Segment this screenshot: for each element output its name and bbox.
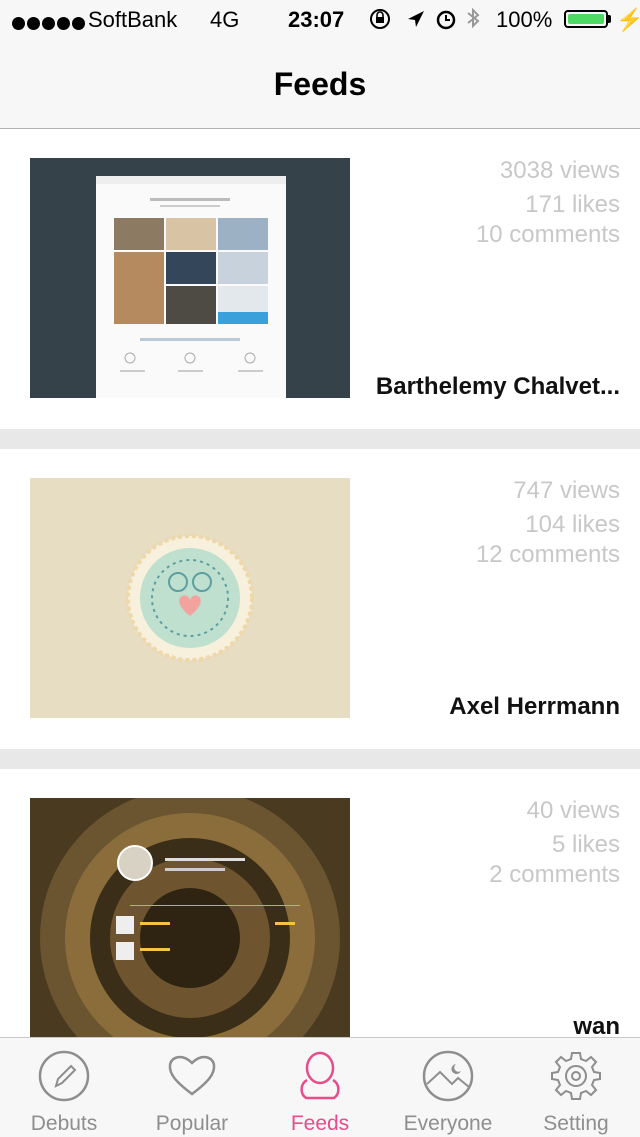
tab-label: Debuts xyxy=(30,1112,98,1135)
author-name[interactable]: Axel Herrmann xyxy=(370,693,620,721)
charging-icon: ⚡ xyxy=(616,7,640,32)
status-bar: SoftBank 4G 23:07 100% ⚡ xyxy=(0,0,640,40)
status-icons xyxy=(368,6,488,38)
battery-icon xyxy=(564,10,608,28)
author-name[interactable]: Barthelemy Chalvet... xyxy=(370,373,620,401)
network-type: 4G xyxy=(210,7,240,32)
shot-thumbnail[interactable] xyxy=(30,478,350,718)
landscape-icon xyxy=(422,1050,474,1102)
comments-count: 2 comments xyxy=(489,861,620,888)
likes-count: 104 likes xyxy=(525,511,620,538)
dome-app-image xyxy=(30,798,350,1037)
badge-illustration-image xyxy=(30,478,350,718)
person-icon xyxy=(300,1051,340,1100)
tab-setting[interactable]: Setting xyxy=(512,1038,640,1137)
website-mockup-image xyxy=(30,158,350,398)
tab-everyone[interactable]: Everyone xyxy=(384,1038,512,1137)
views-count: 747 views xyxy=(513,477,620,504)
tab-feeds[interactable]: Feeds xyxy=(256,1038,384,1137)
likes-count: 171 likes xyxy=(525,191,620,218)
signal-strength-icon xyxy=(12,10,87,36)
shot-thumbnail[interactable] xyxy=(30,158,350,398)
feed-card[interactable]: 747 views 104 likes 12 comments Axel Her… xyxy=(0,449,640,749)
views-count: 3038 views xyxy=(499,157,620,184)
feed-card[interactable]: 3038 views 171 likes 10 comments Barthel… xyxy=(0,129,640,429)
heart-icon xyxy=(168,1055,216,1096)
tab-label: Everyone xyxy=(403,1112,493,1135)
battery-tip xyxy=(608,15,611,23)
page-title: Feeds xyxy=(273,66,367,102)
navigation-bar: Feeds xyxy=(0,40,640,129)
feed-list[interactable]: 3038 views 171 likes 10 comments Barthel… xyxy=(0,129,640,1037)
rotation-lock-location-alarm-bluetooth-icons xyxy=(370,7,480,30)
feed-card[interactable]: 40 views 5 likes 2 comments wan xyxy=(0,769,640,1037)
tab-label: Feeds xyxy=(290,1112,350,1135)
comments-count: 12 comments xyxy=(475,541,620,568)
views-count: 40 views xyxy=(526,797,620,824)
author-name[interactable]: wan xyxy=(370,1013,620,1037)
tab-label: Setting xyxy=(543,1112,609,1135)
gear-icon xyxy=(551,1052,601,1100)
clock: 23:07 xyxy=(288,7,345,32)
shot-thumbnail[interactable] xyxy=(30,798,350,1037)
tab-label: Popular xyxy=(155,1112,229,1135)
carrier-label: SoftBank xyxy=(88,7,178,32)
tab-bar: Debuts Popular Feeds Everyone Setting xyxy=(0,1037,640,1137)
likes-count: 5 likes xyxy=(551,831,620,858)
comments-count: 10 comments xyxy=(475,221,620,248)
tab-debuts[interactable]: Debuts xyxy=(0,1038,128,1137)
tab-popular[interactable]: Popular xyxy=(128,1038,256,1137)
pencil-icon xyxy=(38,1050,90,1102)
battery-percent: 100% xyxy=(496,7,553,32)
